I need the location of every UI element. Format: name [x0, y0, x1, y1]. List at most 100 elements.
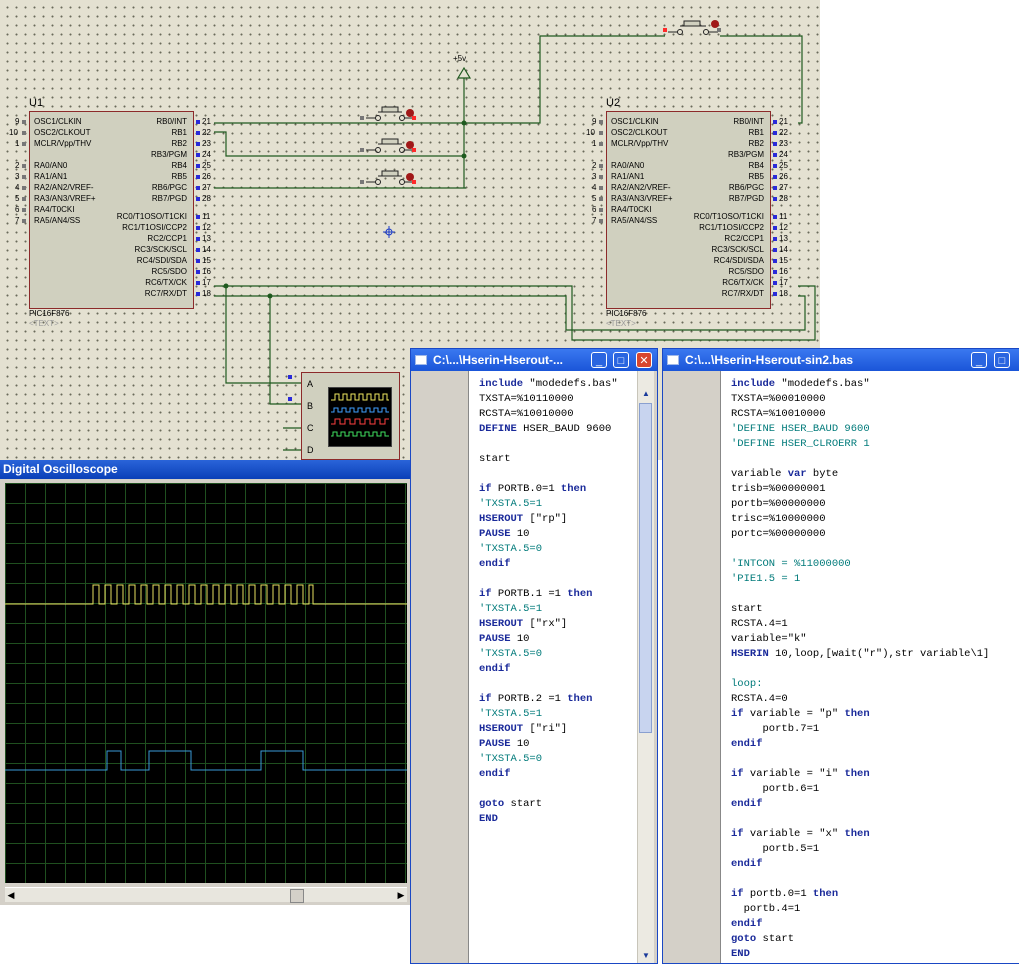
scroll-up-icon[interactable]: ▲	[638, 387, 654, 401]
pin-terminal[interactable]	[773, 186, 777, 190]
pin-terminal[interactable]	[22, 142, 26, 146]
scope-channel-b: B	[307, 401, 314, 411]
pin-terminal[interactable]	[22, 208, 26, 212]
code-line: endif	[731, 918, 763, 930]
scroll-thumb[interactable]	[639, 403, 652, 733]
minimize-button[interactable]: _	[971, 352, 987, 368]
editor-left-scrollbar[interactable]: ▲ ▼	[637, 371, 654, 963]
scope-pin-b[interactable]	[288, 397, 292, 401]
pin-terminal[interactable]	[22, 175, 26, 179]
pin-terminal[interactable]	[196, 120, 200, 124]
pin-label: RB2	[748, 139, 764, 148]
pin-terminal[interactable]	[773, 237, 777, 241]
editor-right-titlebar[interactable]: C:\...\Hserin-Hserout-sin2.bas _ □	[663, 349, 1019, 371]
pin-terminal[interactable]	[773, 248, 777, 252]
pin-terminal[interactable]	[196, 281, 200, 285]
pin-terminal[interactable]	[773, 215, 777, 219]
code-line: RCSTA=%10010000	[731, 408, 826, 420]
pin-terminal[interactable]	[773, 164, 777, 168]
editor-left-titlebar[interactable]: C:\...\Hserin-Hserout-... _ □ ✕	[411, 349, 657, 371]
window-icon	[667, 355, 679, 365]
pin-terminal[interactable]	[773, 120, 777, 124]
pin-terminal[interactable]	[196, 186, 200, 190]
pin-terminal[interactable]	[599, 164, 603, 168]
pin-label: RC0/T1OSO/T1CKI	[116, 212, 187, 221]
scope-pin-a[interactable]	[288, 375, 292, 379]
pin-terminal[interactable]	[196, 131, 200, 135]
scroll-thumb[interactable]	[290, 889, 304, 903]
pin-terminal[interactable]	[196, 175, 200, 179]
pin-terminal[interactable]	[599, 120, 603, 124]
pin-number: 25	[202, 161, 211, 170]
pin-terminal[interactable]	[22, 131, 26, 135]
pin-terminal[interactable]	[773, 226, 777, 230]
code-line: HSEROUT ["ri"]	[479, 723, 568, 735]
pin-terminal[interactable]	[196, 292, 200, 296]
editor-left-code[interactable]: include "modedefs.bas" TXSTA=%10110000 RCS…	[469, 371, 637, 963]
pin-terminal[interactable]	[773, 142, 777, 146]
oscilloscope-scrollbar[interactable]: ◀ ▶	[5, 887, 407, 903]
scope-thumbnail-screen	[328, 387, 392, 447]
pin-terminal[interactable]	[773, 175, 777, 179]
pin-terminal[interactable]	[196, 259, 200, 263]
editor-right-code[interactable]: include "modedefs.bas" TXSTA=%00010000 RCS…	[721, 371, 1019, 963]
pin-terminal[interactable]	[599, 208, 603, 212]
pin-terminal[interactable]	[196, 164, 200, 168]
code-line: PAUSE 10	[479, 528, 530, 540]
pin-terminal[interactable]	[599, 186, 603, 190]
pin-terminal[interactable]	[196, 248, 200, 252]
pin-number: 3	[592, 172, 597, 181]
pin-terminal[interactable]	[196, 237, 200, 241]
code-line: trisb=%00000001	[731, 483, 826, 495]
pin-terminal[interactable]	[22, 197, 26, 201]
editor-window-right[interactable]: C:\...\Hserin-Hserout-sin2.bas _ □ inclu…	[662, 348, 1019, 964]
pin-label: RB7/PGD	[728, 194, 764, 203]
pin-terminal[interactable]	[22, 164, 26, 168]
code-line: include "modedefs.bas"	[731, 378, 870, 390]
pin-terminal[interactable]	[196, 270, 200, 274]
pin-terminal[interactable]	[773, 281, 777, 285]
close-button[interactable]: ✕	[636, 352, 652, 368]
editor-window-left[interactable]: C:\...\Hserin-Hserout-... _ □ ✕ include …	[410, 348, 658, 964]
pin-terminal[interactable]	[773, 259, 777, 263]
scope-component[interactable]: A B C D	[301, 372, 400, 460]
pin-terminal[interactable]	[773, 131, 777, 135]
pin-terminal[interactable]	[196, 215, 200, 219]
oscilloscope-window[interactable]: Digital Oscilloscope ◀ ▶	[0, 460, 410, 905]
maximize-button[interactable]: □	[613, 352, 629, 368]
pin-terminal[interactable]	[196, 226, 200, 230]
pin-terminal[interactable]	[196, 197, 200, 201]
pin-terminal[interactable]	[773, 292, 777, 296]
pin-terminal[interactable]	[599, 219, 603, 223]
code-line: 'DEFINE HSER_CLROERR 1	[731, 438, 870, 450]
scroll-down-icon[interactable]: ▼	[638, 949, 654, 963]
pin-terminal[interactable]	[773, 197, 777, 201]
maximize-button[interactable]: □	[994, 352, 1010, 368]
code-line: END	[731, 948, 750, 960]
pin-terminal[interactable]	[773, 153, 777, 157]
pin-number: 14	[779, 245, 788, 254]
code-line: 'TXSTA.5=1	[479, 708, 543, 720]
pin-label: RC7/RX/DT	[144, 289, 187, 298]
pin-terminal[interactable]	[22, 219, 26, 223]
code-line: endif	[479, 768, 511, 780]
scroll-right-icon[interactable]: ▶	[395, 888, 407, 902]
pin-terminal[interactable]	[599, 197, 603, 201]
pin-terminal[interactable]	[196, 153, 200, 157]
pin-terminal[interactable]	[599, 142, 603, 146]
minimize-button[interactable]: _	[591, 352, 607, 368]
scroll-left-icon[interactable]: ◀	[5, 888, 17, 902]
pin-number: 18	[779, 289, 788, 298]
pin-terminal[interactable]	[599, 175, 603, 179]
code-line: portb.4=1	[731, 903, 801, 915]
pin-terminal[interactable]	[196, 142, 200, 146]
pin-terminal[interactable]	[22, 186, 26, 190]
pin-terminal[interactable]	[22, 120, 26, 124]
pin-label: RC0/T1OSO/T1CKI	[693, 212, 764, 221]
pin-label: RC1/T1OSI/CCP2	[122, 223, 187, 232]
pin-terminal[interactable]	[599, 131, 603, 135]
pin-terminal[interactable]	[773, 270, 777, 274]
